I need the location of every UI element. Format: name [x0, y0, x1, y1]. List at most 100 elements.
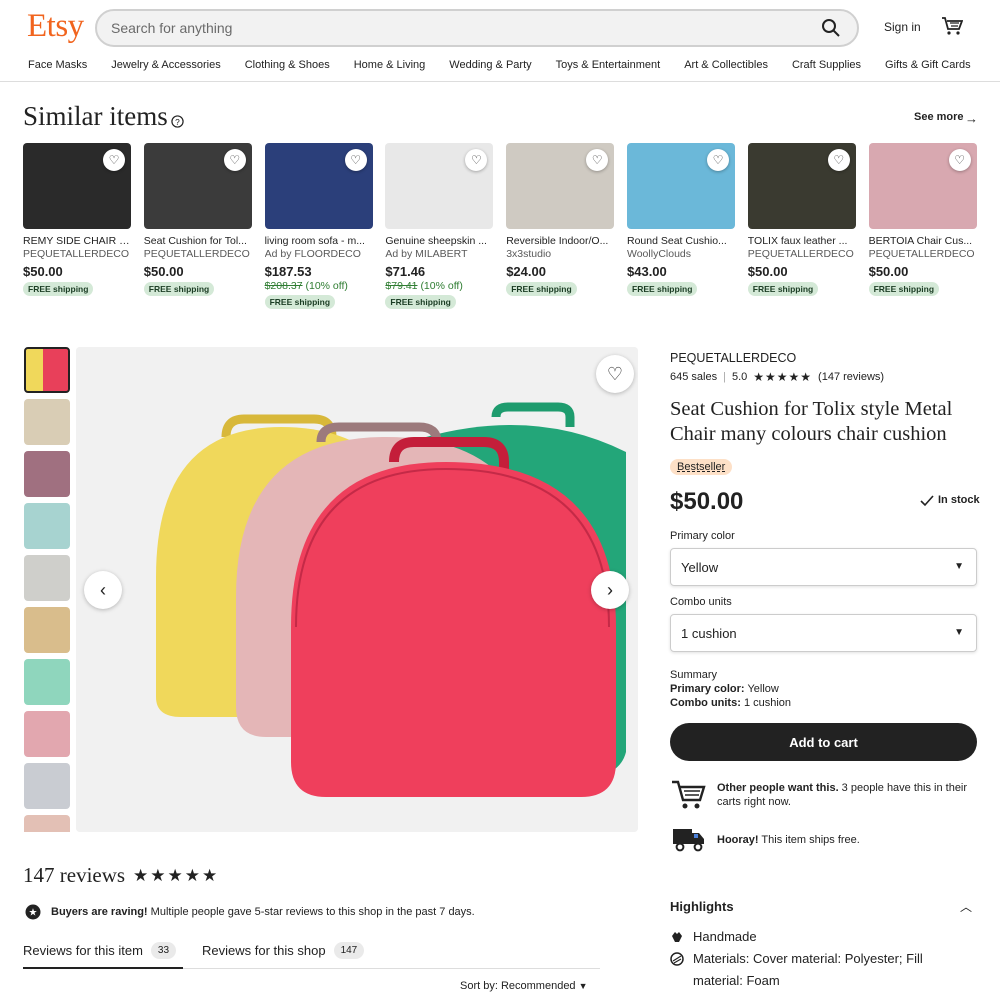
help-icon[interactable]: ? — [171, 115, 184, 128]
active-tab-indicator — [23, 967, 183, 969]
primary-color-select[interactable]: Yellow ▼ — [670, 548, 977, 586]
image-thumbnail[interactable] — [24, 399, 70, 445]
similar-item-card[interactable]: ♡ living room sofa - m... Ad by FLOORDECO $… — [264, 143, 373, 310]
sign-in-link[interactable]: Sign in — [884, 20, 921, 34]
heart-icon[interactable]: ♡ — [344, 149, 367, 171]
nav-item[interactable]: Art & Collectibles — [684, 59, 768, 71]
shipping-bold: Hooray! — [717, 834, 759, 846]
nav-item[interactable]: Face Masks — [28, 59, 87, 71]
item-title[interactable]: Seat Cushion for Tol... — [144, 235, 252, 247]
product-thumbnail[interactable]: ♡ — [143, 143, 252, 229]
divider: | — [723, 371, 726, 383]
item-title[interactable]: Genuine sheepskin ... — [385, 235, 493, 247]
site-header: Etsy Sign in Face Masks Jewelry & Access… — [0, 0, 1000, 82]
item-title[interactable]: Round Seat Cushio... — [627, 235, 735, 247]
original-price-line: $79.41 (10% off) — [385, 280, 493, 292]
cushions-illustration — [76, 347, 638, 832]
image-thumbnail[interactable] — [24, 451, 70, 497]
item-title[interactable]: REMY SIDE CHAIR p... — [23, 235, 131, 247]
caret-down-icon: ▼ — [578, 981, 588, 991]
item-title[interactable]: BERTOIA Chair Cus... — [869, 235, 977, 247]
star-rating-icon: ★★★★★ — [133, 866, 220, 885]
combo-units-select[interactable]: 1 cushion ▼ — [670, 614, 977, 652]
heart-icon[interactable]: ♡ — [223, 149, 246, 171]
product-thumbnail[interactable]: ♡ — [264, 143, 373, 229]
heart-icon[interactable]: ♡ — [103, 149, 125, 171]
cart-icon[interactable] — [941, 15, 963, 37]
tab-reviews-shop[interactable]: Reviews for this shop 147 — [202, 942, 365, 959]
similar-item-card[interactable]: ♡ Genuine sheepskin ... Ad by MILABERT $71.… — [385, 143, 494, 310]
nav-item[interactable]: Clothing & Shoes — [245, 59, 330, 71]
bestseller-badge[interactable]: Bestseller — [670, 459, 733, 475]
search-icon[interactable] — [821, 18, 841, 38]
discount: (10% off) — [305, 280, 348, 292]
image-thumbnail[interactable] — [24, 815, 70, 832]
selection-summary: Summary Primary color: Yellow Combo unit… — [670, 668, 791, 710]
item-price: $50.00 — [868, 264, 909, 279]
nav-item[interactable]: Home & Living — [354, 59, 426, 71]
similar-item-card[interactable]: ♡ Seat Cushion for Tol... PEQUETALLERDECO $… — [143, 143, 252, 297]
original-price-line: $208.37 (10% off) — [265, 280, 373, 292]
similar-item-card[interactable]: ♡ TOLIX faux leather ... PEQUETALLERDECO $5… — [747, 143, 856, 297]
tab-label: Reviews for this item — [23, 943, 143, 958]
summary-value: 1 cushion — [740, 697, 792, 709]
shopping-cart-icon — [672, 780, 706, 809]
similar-item-card[interactable]: ♡ Reversible Indoor/O... 3x3studio $24.00 FR… — [506, 143, 615, 297]
etsy-logo[interactable]: Etsy — [27, 8, 84, 45]
favorite-button[interactable]: ♡ — [596, 355, 634, 393]
nav-item[interactable]: Jewelry & Accessories — [111, 59, 220, 71]
original-price: $208.37 — [264, 280, 303, 292]
product-thumbnail[interactable]: ♡ — [23, 143, 131, 229]
item-title[interactable]: living room sofa - m... — [265, 235, 373, 247]
star-badge-icon: ★ — [25, 904, 41, 920]
tab-reviews-item[interactable]: Reviews for this item 33 — [23, 942, 177, 959]
heart-icon[interactable]: ♡ — [586, 149, 609, 171]
chevron-left-icon: ‹ — [100, 579, 106, 600]
reviews-count-link[interactable]: (147 reviews) — [818, 371, 884, 383]
product-thumbnail[interactable]: ♡ — [747, 143, 856, 229]
previous-image-button[interactable]: ‹ — [84, 571, 122, 609]
main-product-image[interactable]: ♡ ‹ › — [76, 347, 638, 832]
summary-value: Yellow — [744, 683, 779, 695]
heart-icon[interactable]: ♡ — [948, 149, 971, 171]
product-title: Seat Cushion for Tolix style Metal Chair… — [670, 398, 953, 445]
similar-item-card[interactable]: ♡ BERTOIA Chair Cus... PEQUETALLERDECO $50.… — [868, 143, 977, 297]
see-more-link[interactable]: See more — [914, 111, 964, 123]
search-input[interactable] — [97, 11, 777, 45]
nav-item[interactable]: Gifts & Gift Cards — [885, 59, 971, 71]
item-shop: 3x3studio — [506, 248, 552, 260]
raving-bold: Buyers are raving! — [51, 906, 148, 918]
image-thumbnail[interactable] — [24, 763, 70, 809]
nav-item[interactable]: Toys & Entertainment — [556, 59, 661, 71]
product-thumbnail[interactable]: ♡ — [868, 143, 977, 229]
free-shipping-badge: FREE shipping — [506, 282, 577, 296]
image-thumbnail[interactable] — [24, 347, 70, 393]
nav-item[interactable]: Craft Supplies — [792, 59, 861, 71]
discount: (10% off) — [420, 280, 463, 292]
heart-icon[interactable]: ♡ — [465, 149, 488, 171]
heart-icon[interactable]: ♡ — [827, 149, 850, 171]
next-image-button[interactable]: › — [591, 571, 629, 609]
image-thumbnail[interactable] — [24, 659, 70, 705]
arrow-right-icon[interactable]: → — [965, 111, 978, 126]
image-thumbnail[interactable] — [24, 711, 70, 757]
shop-name-link[interactable]: PEQUETALLERDECO — [670, 351, 796, 365]
image-thumbnail[interactable] — [24, 555, 70, 601]
add-to-cart-button[interactable]: Add to cart — [670, 723, 977, 761]
item-title[interactable]: TOLIX faux leather ... — [748, 235, 856, 247]
similar-item-card[interactable]: ♡ Round Seat Cushio... WoollyClouds $43.00 F… — [627, 143, 735, 297]
nav-item[interactable]: Wedding & Party — [449, 59, 531, 71]
chevron-up-icon[interactable]: ︿ — [960, 898, 972, 915]
item-title[interactable]: Reversible Indoor/O... — [506, 235, 614, 247]
product-thumbnail[interactable]: ♡ — [627, 143, 735, 229]
highlights-title[interactable]: Highlights — [670, 899, 734, 914]
product-thumbnail[interactable]: ♡ — [506, 143, 615, 229]
product-thumbnail[interactable]: ♡ — [385, 143, 494, 229]
heart-icon[interactable]: ♡ — [707, 149, 729, 171]
similar-item-card[interactable]: ♡ REMY SIDE CHAIR p... PEQUETALLERDECO $50.… — [23, 143, 131, 297]
sort-dropdown[interactable]: Sort by: Recommended ▼ — [460, 980, 588, 992]
buyers-raving-notice: Buyers are raving! Multiple people gave … — [51, 906, 475, 918]
image-thumbnail[interactable] — [24, 503, 70, 549]
image-thumbnail[interactable] — [24, 607, 70, 653]
stock-status: In stock — [938, 494, 980, 506]
